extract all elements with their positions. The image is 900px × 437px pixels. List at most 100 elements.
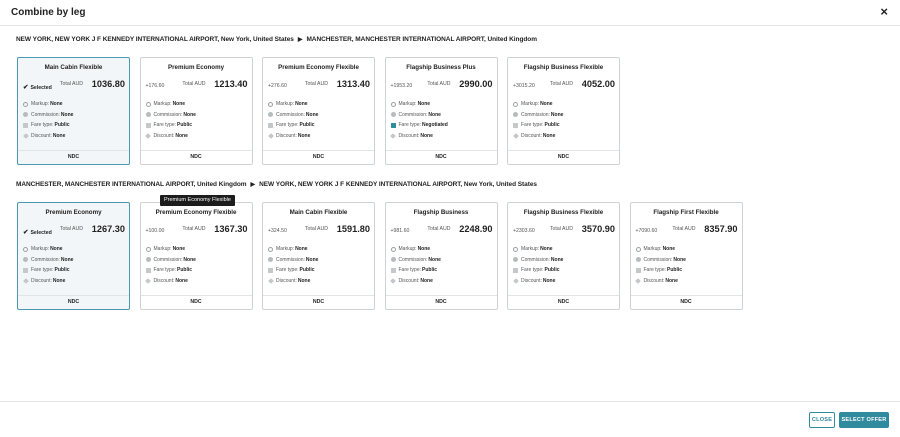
- commission-row: Commission: None: [23, 110, 125, 121]
- commission-icon: [513, 112, 518, 118]
- commission-icon: [390, 112, 396, 118]
- discount-row: Discount: None: [267, 131, 370, 142]
- total-label: Total AUD: [549, 226, 573, 232]
- total-price: 1036.80: [91, 79, 125, 89]
- offer-source: NDC: [263, 150, 374, 164]
- total-label: Total AUD: [549, 81, 573, 87]
- fare-type-icon: [513, 122, 518, 128]
- markup-row: Markup: None: [268, 244, 370, 255]
- fare-type-row: Fare type: Public: [390, 265, 493, 276]
- leg-2-offers: Premium Economy ✔ Selected Total AUD 1267…: [17, 202, 757, 310]
- fare-name: Premium Economy Flexible: [278, 64, 359, 71]
- total-price: 1313.40: [336, 79, 370, 89]
- discount-row: Discount: None: [145, 131, 248, 142]
- fare-offer-card[interactable]: Flagship Business Flexible +2303.60 Tota…: [507, 202, 620, 310]
- fare-offer-card[interactable]: Premium Economy ✔ Selected Total AUD 1267…: [17, 202, 130, 310]
- commission-icon: [513, 257, 518, 263]
- discount-tag-icon: [512, 132, 519, 139]
- markup-row: Markup: None: [268, 99, 370, 110]
- fare-attributes: Markup: None Commission: None Fare type: Ne…: [390, 99, 493, 142]
- discount-row: Discount: None: [390, 131, 493, 142]
- fare-offer-card[interactable]: Main Cabin Flexible +324.50 Total AUD 15…: [262, 202, 375, 310]
- markup-row: Markup: None: [513, 244, 615, 255]
- price-difference: +1953.20: [390, 83, 413, 89]
- leg-2-destination: NEW YORK, NEW YORK J F KENNEDY INTERNATI…: [259, 181, 537, 188]
- fare-offer-card[interactable]: Flagship Business +981.60 Total AUD 2248…: [384, 202, 498, 310]
- markup-icon: [145, 101, 151, 107]
- commission-icon: [23, 112, 28, 118]
- markup-icon: [635, 246, 641, 252]
- discount-tag-icon: [22, 132, 29, 139]
- discount-tag-icon: [145, 277, 151, 284]
- commission-row: Commission: None: [145, 255, 248, 266]
- fare-offer-card[interactable]: Flagship First Flexible +7090.60 Total A…: [629, 202, 743, 310]
- discount-tag-icon: [145, 132, 151, 139]
- discount-tag-icon: [267, 277, 274, 284]
- fare-attributes: Markup: None Commission: None Fare type: Pu…: [22, 99, 125, 141]
- commission-row: Commission: None: [513, 255, 615, 266]
- fare-type-row: Fare type: Public: [635, 265, 738, 276]
- commission-row: Commission: None: [268, 255, 370, 266]
- markup-row: Markup: None: [390, 99, 493, 110]
- commission-icon: [635, 257, 641, 263]
- commission-row: Commission: None: [23, 255, 125, 266]
- total-price: 1213.40: [214, 79, 248, 89]
- total-label: Total AUD: [304, 226, 328, 232]
- offer-source: NDC: [508, 150, 619, 164]
- fare-name: Premium Economy: [45, 209, 102, 216]
- fare-offer-card[interactable]: Flagship Business Flexible +3015.20 Tota…: [507, 57, 620, 165]
- price-difference: +100.00: [145, 228, 165, 234]
- price-difference: +7090.60: [635, 228, 658, 234]
- modal-footer: CLOSE SELECT OFFER: [0, 401, 900, 437]
- commission-icon: [268, 112, 273, 118]
- fare-type-row: Fare type: Public: [513, 265, 615, 276]
- fare-name: Flagship Business Flexible: [523, 64, 604, 71]
- fare-attributes: Markup: None Commission: None Fare type: Pu…: [145, 244, 248, 287]
- fare-type-row: Fare type: Public: [23, 265, 125, 276]
- discount-row: Discount: None: [390, 276, 493, 287]
- offer-source: NDC: [508, 295, 619, 309]
- fare-offer-card[interactable]: Premium Economy Flexible +276.60 Total A…: [262, 57, 375, 165]
- combine-by-leg-modal: Combine by leg × NEW YORK, NEW YORK J F …: [0, 0, 900, 437]
- discount-tag-icon: [22, 277, 29, 284]
- total-label: Total AUD: [672, 226, 696, 232]
- discount-tag-icon: [635, 277, 641, 284]
- offer-source: NDC: [140, 150, 252, 164]
- select-offer-button[interactable]: SELECT OFFER: [839, 412, 889, 428]
- price-difference: +324.50: [268, 228, 287, 234]
- fare-offer-card[interactable]: Main Cabin Flexible ✔ Selected Total AUD …: [17, 57, 130, 165]
- fare-offer-card[interactable]: Premium Economy Flexible +100.00 Total A…: [139, 202, 253, 310]
- markup-icon: [390, 101, 396, 107]
- fare-name: Main Cabin Flexible: [289, 209, 348, 216]
- fare-offer-card[interactable]: Premium Economy +176.60 Total AUD 1213.4…: [139, 57, 253, 165]
- total-price: 8357.90: [704, 224, 738, 234]
- close-button[interactable]: CLOSE: [809, 412, 835, 428]
- fare-type-icon: [513, 267, 518, 273]
- offer-source: NDC: [18, 150, 129, 164]
- fare-type-icon: [635, 267, 641, 273]
- markup-row: Markup: None: [390, 244, 493, 255]
- modal-title: Combine by leg: [11, 7, 86, 18]
- offer-source: NDC: [385, 295, 497, 309]
- markup-row: Markup: None: [23, 244, 125, 255]
- fare-name: Main Cabin Flexible: [44, 64, 103, 71]
- close-icon[interactable]: ×: [880, 4, 888, 20]
- markup-icon: [145, 246, 151, 252]
- fare-type-row: Fare type: Public: [513, 120, 615, 131]
- markup-icon: [23, 246, 28, 252]
- total-price: 2248.90: [459, 224, 493, 234]
- total-label: Total AUD: [427, 81, 451, 87]
- fare-type-row: Fare type: Public: [23, 120, 125, 131]
- markup-row: Markup: None: [23, 99, 125, 110]
- arrow-right-icon: ▶: [250, 182, 256, 188]
- fare-offer-card[interactable]: Flagship Business Plus +1953.20 Total AU…: [384, 57, 498, 165]
- commission-icon: [268, 257, 273, 263]
- commission-row: Commission: None: [513, 110, 615, 121]
- total-label: Total AUD: [304, 81, 328, 87]
- total-price: 1591.80: [336, 224, 370, 234]
- discount-row: Discount: None: [145, 276, 248, 287]
- fare-attributes: Markup: None Commission: None Fare type: Pu…: [22, 244, 125, 286]
- markup-icon: [268, 246, 273, 252]
- commission-icon: [390, 257, 396, 263]
- check-icon: ✔: [23, 84, 29, 91]
